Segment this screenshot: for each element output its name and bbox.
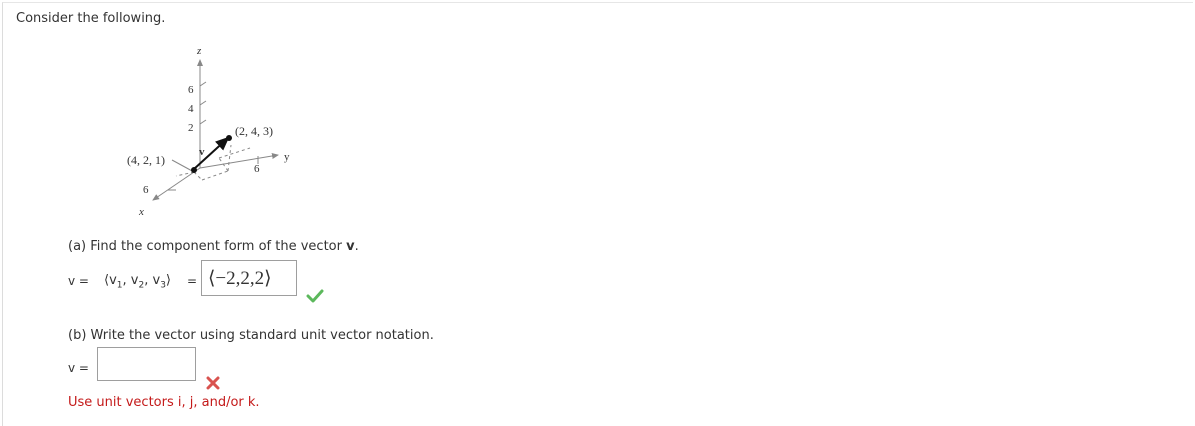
- vector-figure: z y x 6 4 2 6 6 (2, 4, 3) (4, 2, 1) v: [127, 45, 290, 218]
- incorrect-x-icon: [206, 376, 220, 390]
- y-tick-6: 6: [254, 163, 260, 175]
- part-a-v-label: v =: [68, 274, 89, 288]
- y-axis-label: y: [284, 151, 290, 163]
- y-axis: [199, 153, 279, 169]
- part-b-hint: Use unit vectors i, j, and/or k.: [68, 395, 260, 410]
- part-b-prompt: (b) Write the vector using standard unit…: [68, 328, 434, 343]
- tip-point-label: (2, 4, 3): [235, 124, 273, 138]
- z-axis-label: z: [196, 45, 202, 57]
- correct-check-icon: [306, 289, 324, 303]
- part-a-prompt: (a) Find the component form of the vecto…: [68, 239, 359, 254]
- tip-point: [226, 135, 232, 141]
- z-tick-4: 4: [188, 103, 194, 115]
- equals-sign: =: [187, 274, 198, 288]
- part-a-answer-field[interactable]: ⟨−2,2,2⟩: [201, 260, 297, 296]
- x-axis-label: x: [138, 206, 144, 218]
- z-tick-6: 6: [188, 84, 194, 96]
- vector-label: v: [199, 146, 205, 158]
- tail-point: [191, 167, 197, 173]
- part-b-v-label: v =: [68, 361, 89, 375]
- x-tick-6: 6: [143, 184, 149, 196]
- part-b-answer-input[interactable]: [97, 347, 196, 381]
- z-tick-2: 2: [188, 122, 194, 134]
- component-form-label: ⟨v1, v2, v3⟩: [104, 273, 171, 291]
- tail-point-label: (4, 2, 1): [127, 153, 165, 167]
